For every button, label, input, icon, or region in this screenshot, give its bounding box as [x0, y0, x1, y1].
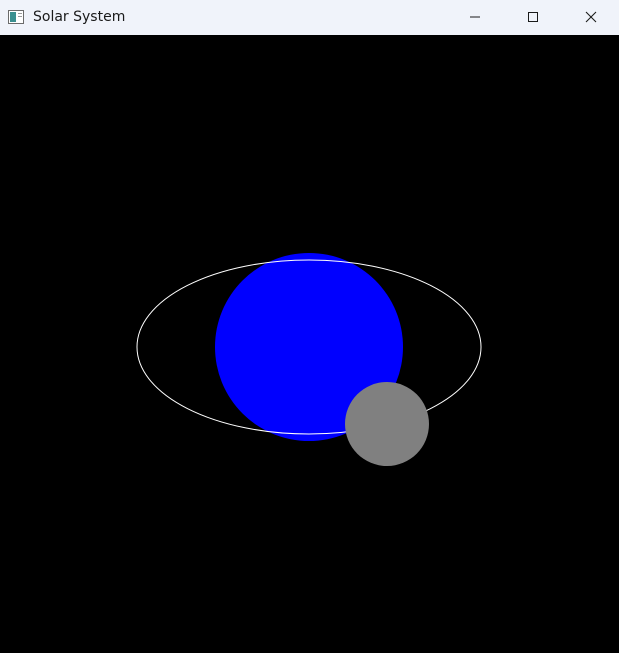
title-bar[interactable]: Solar System [0, 0, 619, 35]
close-icon [585, 8, 597, 27]
close-button[interactable] [562, 0, 619, 35]
moon [345, 382, 429, 466]
render-canvas[interactable] [0, 35, 619, 653]
scene-svg [0, 35, 619, 653]
minimize-button[interactable] [446, 0, 504, 35]
app-window: Solar System [0, 0, 619, 653]
maximize-button[interactable] [504, 0, 562, 35]
window-title: Solar System [33, 9, 126, 25]
app-window-icon [8, 9, 24, 24]
minimize-icon [469, 8, 481, 27]
maximize-icon [527, 8, 539, 27]
